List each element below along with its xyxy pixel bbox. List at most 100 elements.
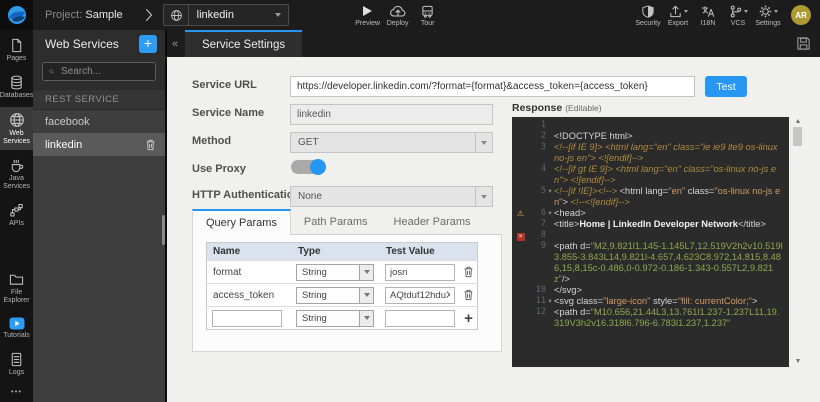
code-line: ×8	[514, 230, 786, 241]
action-label: Export	[668, 20, 688, 27]
scroll-up-arrow[interactable]: ▲	[793, 118, 803, 125]
delete-param-button[interactable]	[463, 289, 474, 301]
code-line: 7<title>Home | LinkedIn Developer Networ…	[514, 219, 786, 230]
rest-service-section-header: REST SERVICE	[33, 89, 165, 110]
code-line: 11▾<svg class="large-icon" style="fill: …	[514, 296, 786, 307]
service-name-input[interactable]	[290, 104, 493, 125]
add-param-button[interactable]: +	[464, 311, 473, 326]
sidebar-item-label: APIs	[9, 220, 24, 228]
sidebar-item-apis[interactable]: APIs	[0, 198, 33, 232]
sidebar-item-label: Pages	[7, 55, 27, 63]
new-param-name-input[interactable]	[212, 310, 282, 327]
i18n-button[interactable]: I18N	[693, 4, 723, 27]
search-box[interactable]	[42, 62, 156, 81]
param-type-select[interactable]: String	[296, 287, 374, 304]
sidebar-item-java-services[interactable]: Java Services	[0, 153, 33, 195]
app-logo[interactable]	[0, 0, 33, 30]
translate-icon	[701, 4, 715, 19]
gear-icon	[759, 5, 772, 18]
scroll-down-arrow[interactable]: ▼	[793, 358, 803, 365]
sidebar-item-logs[interactable]: Logs	[0, 347, 33, 381]
dropdown-divider	[188, 5, 189, 25]
delete-service-button[interactable]	[145, 139, 156, 151]
panel-scrollbar-thumb[interactable]	[162, 215, 165, 245]
tab-query-params[interactable]: Query Params	[192, 209, 291, 235]
delete-param-button[interactable]	[463, 266, 474, 278]
panel-title: Web Services	[45, 37, 139, 51]
code-line: 9<path d="M2,9.821l1.145-1.145L7,12.519V…	[514, 241, 786, 285]
sidebar-item-databases[interactable]: Databases	[0, 70, 33, 104]
action-label: Tour	[421, 20, 435, 27]
fold-toggle-icon[interactable]: ▾	[546, 296, 554, 307]
use-proxy-toggle[interactable]	[291, 160, 325, 174]
sidebar-item-web-services[interactable]: Web Services	[0, 107, 33, 150]
code-line: 12<path d="M10.656,21.44L3,13.761l1.237-…	[514, 307, 786, 329]
code-text: <!DOCTYPE html>	[554, 131, 786, 142]
param-test-value-input[interactable]	[385, 264, 455, 281]
line-number: 3	[527, 142, 546, 153]
code-line: 5▾<!--[if !IE]><!--> <html lang="en" cla…	[514, 186, 786, 208]
new-param-test-value-input[interactable]	[385, 310, 455, 327]
service-item-linkedin[interactable]: linkedin	[33, 133, 165, 156]
search-input[interactable]	[59, 65, 149, 78]
param-type-value: String	[297, 267, 359, 278]
chevron-down-icon	[475, 187, 492, 206]
collapse-panel-button[interactable]: «	[167, 30, 183, 57]
params-tab-bar: Query Params Path Params Header Params	[192, 209, 502, 235]
search-icon	[49, 66, 54, 77]
project-name: Sample	[85, 9, 122, 21]
tab-service-settings[interactable]: Service Settings	[185, 30, 302, 57]
param-type-value: String	[297, 290, 359, 301]
test-button[interactable]: Test	[705, 76, 747, 97]
param-type-select[interactable]: String	[296, 264, 374, 281]
bus-icon	[421, 4, 434, 19]
export-button[interactable]: Export	[663, 4, 693, 27]
search-wrap	[33, 57, 165, 89]
service-selector-dropdown[interactable]: linkedin	[163, 4, 289, 26]
method-select[interactable]: GET	[290, 132, 493, 153]
sidebar-item-file-explorer[interactable]: File Explorer	[0, 267, 33, 309]
tab-path-params[interactable]: Path Params	[291, 209, 381, 234]
save-floppy-icon	[796, 36, 811, 51]
tab-header-params[interactable]: Header Params	[381, 209, 484, 234]
action-label: Preview	[355, 20, 380, 27]
user-avatar[interactable]: AR	[791, 5, 811, 25]
response-code-editor[interactable]: 12<!DOCTYPE html>3<!--[if IE 9]> <html l…	[512, 117, 789, 367]
line-number: 2	[527, 131, 546, 142]
code-text: <!--[if !IE]><!--> <html lang="en" class…	[554, 186, 786, 208]
service-item-label: facebook	[45, 116, 90, 128]
service-item-facebook[interactable]: facebook	[33, 110, 165, 133]
preview-button[interactable]: Preview	[353, 4, 383, 27]
param-test-value-input[interactable]	[385, 287, 455, 304]
code-line: 2 <!DOCTYPE html>	[514, 131, 786, 142]
add-service-button[interactable]: +	[139, 35, 157, 53]
api-nodes-icon	[9, 203, 24, 218]
branch-icon	[729, 5, 742, 18]
param-type-select[interactable]: String	[296, 310, 374, 327]
deploy-button[interactable]: Deploy	[383, 4, 413, 27]
selected-service: linkedin	[197, 9, 234, 21]
editor-scrollbar-thumb[interactable]	[793, 127, 802, 146]
tour-button[interactable]: Tour	[413, 4, 443, 27]
wavemaker-logo-icon	[7, 5, 27, 25]
settings-button[interactable]: Settings	[753, 4, 783, 27]
code-text: </svg>	[554, 285, 786, 296]
sidebar-item-pages[interactable]: Pages	[0, 33, 33, 67]
service-url-input[interactable]	[290, 76, 695, 97]
security-button[interactable]: Security	[633, 4, 663, 27]
sidebar-item-tutorials[interactable]: Tutorials	[0, 312, 33, 344]
response-label: Response(Editable)	[512, 102, 602, 114]
http-auth-select[interactable]: None	[290, 186, 493, 207]
app-window: Project: Sample linkedin Preview	[0, 0, 820, 402]
response-title: Response	[512, 102, 562, 114]
sidebar-overflow-button[interactable]: •••	[0, 381, 33, 402]
fold-toggle-icon[interactable]: ▾	[546, 208, 554, 219]
service-settings-content: Service URL Test Service Name Method GET…	[167, 57, 820, 402]
main-area: « Service Settings Service URL Test Serv…	[167, 30, 820, 402]
save-button[interactable]	[786, 30, 820, 57]
chevron-down-icon	[359, 311, 373, 326]
topbar-left-actions: Preview Deploy Tour	[353, 4, 443, 27]
line-number: 11	[527, 296, 546, 307]
fold-toggle-icon[interactable]: ▾	[546, 186, 554, 197]
vcs-button[interactable]: VCS	[723, 4, 753, 27]
